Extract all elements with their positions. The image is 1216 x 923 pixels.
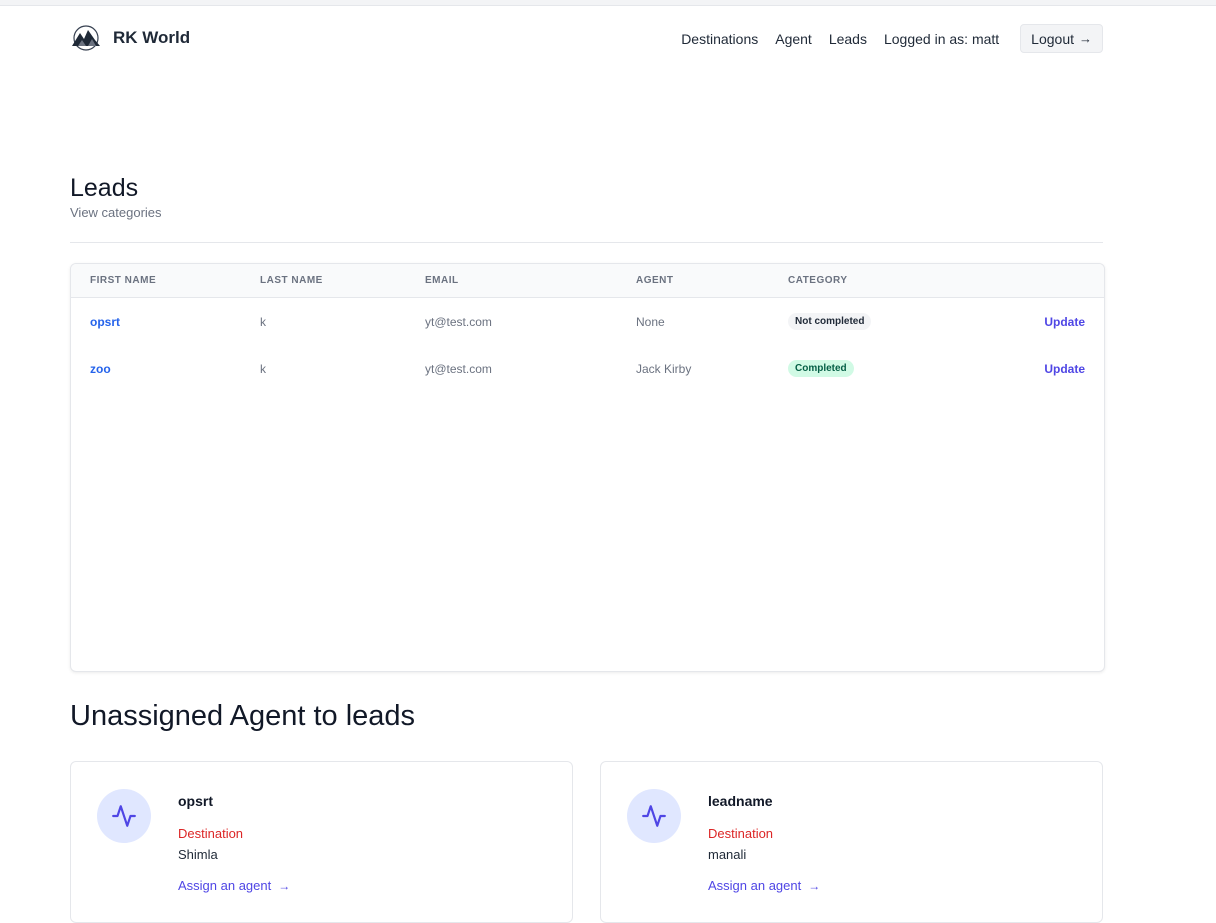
arrow-right-icon: → [278, 878, 291, 893]
mountain-logo-icon [72, 25, 100, 51]
arrow-right-icon: → [1079, 31, 1092, 46]
nav-link-leads[interactable]: Leads [829, 31, 867, 47]
arrow-right-icon: → [808, 878, 821, 893]
lead-last-name: k [260, 362, 266, 376]
header-first-name: First name [90, 275, 157, 286]
assign-agent-link[interactable]: Assign an agent → [708, 878, 820, 893]
destination-label: Destination [178, 826, 244, 841]
assign-agent-label: Assign an agent [178, 878, 272, 893]
update-link[interactable]: Update [1044, 315, 1085, 329]
assign-agent-link[interactable]: Assign an agent → [178, 878, 290, 893]
leads-table: First name Last name Email Agent Categor… [70, 263, 1105, 672]
nav-links: Destinations Agent Leads Logged in as: m… [681, 24, 1103, 53]
table-header: First name Last name Email Agent Categor… [71, 264, 1104, 298]
page-title: Leads [70, 174, 139, 202]
brand-name: RK World [113, 28, 191, 47]
lead-first-name-link[interactable]: opsrt [90, 315, 120, 329]
activity-icon [97, 789, 151, 843]
logout-button[interactable]: Logout → [1020, 24, 1103, 53]
assign-agent-label: Assign an agent [708, 878, 802, 893]
lead-email: yt@test.com [425, 362, 492, 376]
lead-first-name-link[interactable]: zoo [90, 362, 111, 376]
nav-link-agent[interactable]: Agent [775, 31, 812, 47]
update-link[interactable]: Update [1044, 362, 1085, 376]
lead-agent: None [636, 315, 665, 329]
navbar: RK World Destinations Agent Leads Logged… [70, 6, 1103, 70]
lead-agent: Jack Kirby [636, 362, 692, 376]
header-email: Email [425, 275, 459, 286]
lead-name: leadname [708, 793, 773, 809]
unassigned-lead-card: opsrt Destination Shimla Assign an agent… [70, 761, 573, 923]
header-category: Category [788, 275, 848, 286]
logout-label: Logout [1031, 30, 1074, 47]
lead-last-name: k [260, 315, 266, 329]
lead-email: yt@test.com [425, 315, 492, 329]
category-badge: Completed [788, 360, 854, 377]
unassigned-lead-card: leadname Destination manali Assign an ag… [600, 761, 1103, 923]
table-row: opsrt k yt@test.com None Not completed U… [71, 298, 1104, 345]
page-subtitle: View categories [70, 205, 162, 220]
header-agent: Agent [636, 275, 674, 286]
destination-value: manali [708, 847, 747, 862]
lead-name: opsrt [178, 793, 213, 809]
activity-icon [627, 789, 681, 843]
section-title: Unassigned Agent to leads [70, 700, 416, 732]
divider [70, 242, 1103, 243]
destination-value: Shimla [178, 847, 218, 862]
category-badge: Not completed [788, 313, 872, 330]
nav-link-destinations[interactable]: Destinations [681, 31, 758, 47]
destination-label: Destination [708, 826, 774, 841]
table-row: zoo k yt@test.com Jack Kirby Completed U… [71, 345, 1104, 392]
brand[interactable]: RK World [70, 24, 190, 52]
logged-in-user: Logged in as: matt [883, 30, 1000, 47]
header-last-name: Last name [260, 275, 323, 286]
